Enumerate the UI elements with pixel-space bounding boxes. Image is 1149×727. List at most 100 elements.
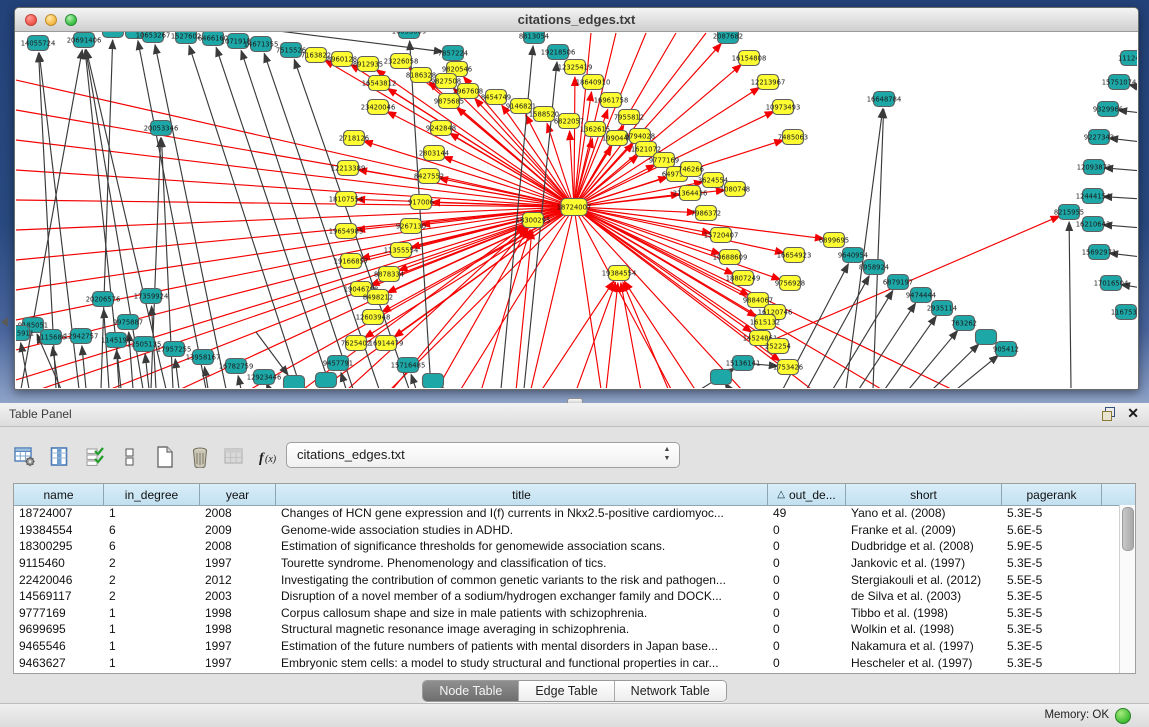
citation-edge-red[interactable] bbox=[606, 283, 618, 388]
table-row[interactable]: 1938455462009Genome-wide association stu… bbox=[14, 522, 1120, 539]
table-cell[interactable]: 0 bbox=[768, 556, 846, 570]
citation-edge-red[interactable] bbox=[574, 77, 575, 207]
table-cell[interactable]: Stergiakouli et al. (2012) bbox=[846, 573, 1002, 587]
tab-node-table[interactable]: Node Table bbox=[423, 681, 519, 701]
table-cell[interactable]: 49 bbox=[768, 506, 846, 520]
table-cell[interactable]: 5.3E-5 bbox=[1002, 656, 1102, 670]
network-canvas[interactable]: 1872400771638228960128891293523226058982… bbox=[16, 32, 1137, 388]
table-cell[interactable]: Embryonic stem cells: a model to study s… bbox=[276, 656, 768, 670]
table-row[interactable]: 977716911998Corpus callosum shape and si… bbox=[14, 605, 1120, 622]
citation-edge-black[interactable] bbox=[957, 355, 998, 388]
citation-edge-black[interactable] bbox=[341, 373, 346, 388]
citation-edge-red[interactable] bbox=[16, 207, 574, 230]
citation-edge-black[interactable] bbox=[859, 303, 915, 388]
table-cell[interactable]: 19384554 bbox=[14, 523, 104, 537]
table-cell[interactable]: Structural magnetic resonance image aver… bbox=[276, 622, 768, 636]
table-settings-icon[interactable] bbox=[12, 444, 38, 470]
table-cell[interactable]: 5.3E-5 bbox=[1002, 639, 1102, 653]
row-height-icon[interactable] bbox=[117, 444, 143, 470]
table-cell[interactable]: 9465546 bbox=[14, 639, 104, 653]
table-cell[interactable]: Wolkin et al. (1998) bbox=[846, 622, 1002, 636]
table-cell[interactable]: 2 bbox=[104, 589, 200, 603]
table-cell[interactable]: Hescheler et al. (1997) bbox=[846, 656, 1002, 670]
citation-edge-black[interactable] bbox=[909, 331, 958, 388]
table-cell[interactable]: 5.3E-5 bbox=[1002, 556, 1102, 570]
citation-edge-red[interactable] bbox=[16, 207, 574, 290]
table-cell[interactable]: 0 bbox=[768, 523, 846, 537]
table-cell[interactable]: 0 bbox=[768, 656, 846, 670]
citation-edge-black[interactable] bbox=[104, 309, 109, 388]
table-cell[interactable]: 14569117 bbox=[14, 589, 104, 603]
table-row[interactable]: 969969511998Structural magnetic resonanc… bbox=[14, 621, 1120, 638]
tab-network-table[interactable]: Network Table bbox=[615, 681, 726, 701]
table-cell[interactable]: 1 bbox=[104, 639, 200, 653]
table-cell[interactable]: 9115460 bbox=[14, 556, 104, 570]
table-cell[interactable]: 2008 bbox=[200, 539, 276, 553]
table-row[interactable]: 1872400712008Changes of HCN gene express… bbox=[14, 505, 1120, 522]
table-cell[interactable]: 0 bbox=[768, 539, 846, 553]
citation-network-graph[interactable]: 1872400771638228960128891293523226058982… bbox=[16, 32, 1137, 388]
citation-edge-black[interactable] bbox=[833, 291, 893, 388]
show-columns-icon[interactable] bbox=[47, 444, 73, 470]
citation-edge-black[interactable] bbox=[1069, 222, 1071, 388]
table-cell[interactable]: 1 bbox=[104, 622, 200, 636]
table-cell[interactable]: 1 bbox=[104, 656, 200, 670]
citation-edge-red[interactable] bbox=[364, 141, 574, 207]
table-cell[interactable]: 2008 bbox=[200, 506, 276, 520]
column-header-title[interactable]: title bbox=[276, 484, 768, 505]
citation-edge-black[interactable] bbox=[933, 344, 979, 388]
table-cell[interactable]: 1997 bbox=[200, 639, 276, 653]
table-row[interactable]: 1456911722003Disruption of a novel membe… bbox=[14, 588, 1120, 605]
citation-edge-black[interactable] bbox=[238, 376, 241, 388]
table-cell[interactable]: 0 bbox=[768, 622, 846, 636]
graph-node[interactable] bbox=[976, 330, 997, 345]
table-cell[interactable]: 22420046 bbox=[14, 573, 104, 587]
citation-edge-red[interactable] bbox=[41, 207, 574, 388]
table-cell[interactable]: 9463627 bbox=[14, 656, 104, 670]
citation-edge-black[interactable] bbox=[873, 109, 884, 388]
network-window[interactable]: citations_edges.txt 18724007716382289601… bbox=[14, 7, 1139, 390]
graph-node[interactable] bbox=[711, 370, 732, 385]
column-header-short[interactable]: short bbox=[846, 484, 1002, 505]
table-cell[interactable]: 1 bbox=[104, 506, 200, 520]
citation-edge-red[interactable] bbox=[541, 281, 613, 388]
table-cell[interactable]: 6 bbox=[104, 523, 200, 537]
table-cell[interactable]: 6 bbox=[104, 539, 200, 553]
table-cell[interactable]: 2 bbox=[104, 573, 200, 587]
table-cell[interactable]: Disruption of a novel member of a sodium… bbox=[276, 589, 768, 603]
collapsed-panel-arrow-icon[interactable] bbox=[1, 317, 8, 327]
citation-edge-red[interactable] bbox=[516, 230, 532, 388]
memory-status-indicator-icon[interactable] bbox=[1115, 708, 1131, 724]
table-cell[interactable]: 18300295 bbox=[14, 539, 104, 553]
table-cell[interactable]: 18724007 bbox=[14, 506, 104, 520]
table-cell[interactable]: Jankovic et al. (1997) bbox=[846, 556, 1002, 570]
table-cell[interactable]: 0 bbox=[768, 589, 846, 603]
table-cell[interactable]: 1998 bbox=[200, 622, 276, 636]
delete-table-icon[interactable] bbox=[187, 444, 213, 470]
table-cell[interactable]: 1 bbox=[104, 606, 200, 620]
table-cell[interactable]: Corpus callosum shape and size in male p… bbox=[276, 606, 768, 620]
table-cell[interactable]: Tourette syndrome. Phenomenology and cla… bbox=[276, 556, 768, 570]
table-row[interactable]: 946554611997Estimation of the future num… bbox=[14, 638, 1120, 655]
citation-edge-black[interactable] bbox=[410, 41, 431, 388]
float-panel-icon[interactable] bbox=[1101, 406, 1115, 420]
select-all-icon[interactable] bbox=[82, 444, 108, 470]
column-header-year[interactable]: year bbox=[200, 484, 276, 505]
table-cell[interactable]: 5.9E-5 bbox=[1002, 539, 1102, 553]
citation-edge-black[interactable] bbox=[256, 332, 288, 375]
citation-edge-black[interactable] bbox=[411, 374, 416, 388]
table-cell[interactable]: Genome-wide association studies in ADHD. bbox=[276, 523, 768, 537]
table-cell[interactable]: 1997 bbox=[200, 556, 276, 570]
table-cell[interactable]: Franke et al. (2009) bbox=[846, 523, 1002, 537]
table-cell[interactable]: 9699695 bbox=[14, 622, 104, 636]
table-cell[interactable]: de Silva et al. (2003) bbox=[846, 589, 1002, 603]
column-header-out-de-[interactable]: △out_de... bbox=[768, 484, 846, 505]
graph-node[interactable] bbox=[103, 32, 124, 38]
column-header-pagerank[interactable]: pagerank bbox=[1002, 484, 1102, 505]
table-cell[interactable]: Estimation of the future numbers of pati… bbox=[276, 639, 768, 653]
import-table-icon[interactable] bbox=[222, 444, 248, 470]
graph-node[interactable] bbox=[284, 376, 305, 389]
graph-node[interactable] bbox=[316, 373, 337, 388]
table-cell[interactable]: 0 bbox=[768, 573, 846, 587]
close-panel-icon[interactable]: ✕ bbox=[1127, 406, 1139, 420]
